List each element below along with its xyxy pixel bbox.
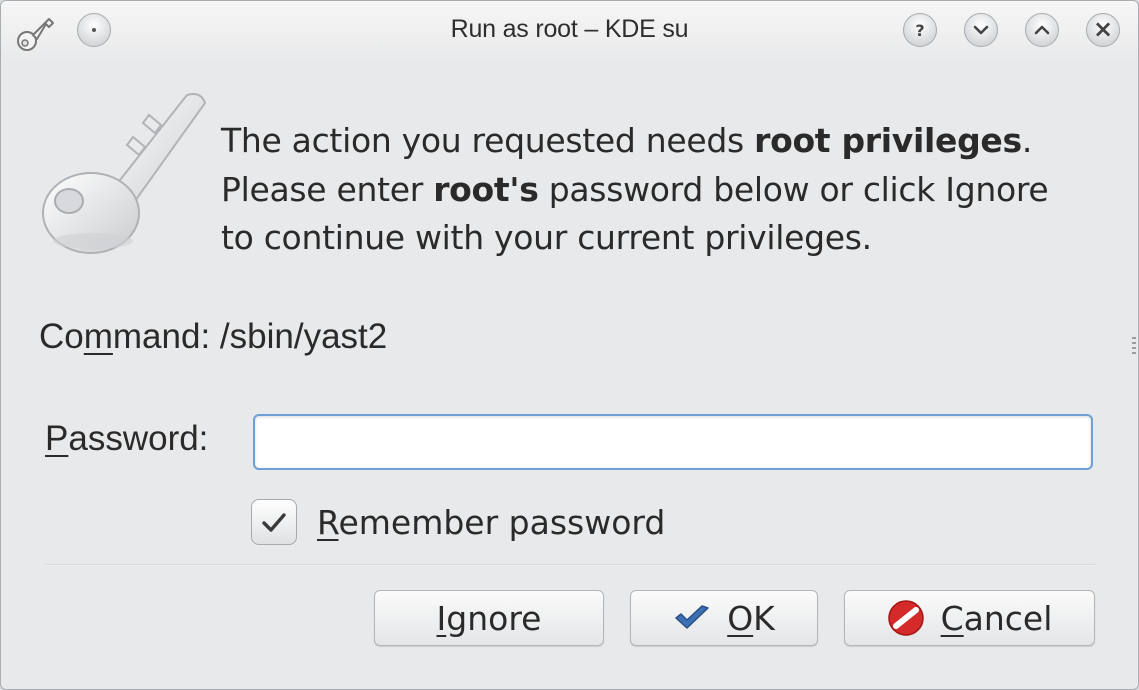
ok-button[interactable]: OK — [630, 590, 818, 646]
kdesu-dialog-window: Run as root – KDE su ? × The action you … — [0, 0, 1139, 690]
resize-grip[interactable] — [1132, 337, 1136, 357]
title-bar[interactable]: Run as root – KDE su ? × — [1, 1, 1138, 63]
message-line-1: The action you requested needs root priv… — [221, 121, 1033, 160]
ok-checkmark-icon — [673, 604, 711, 632]
ignore-button[interactable]: Ignore — [374, 590, 604, 646]
message-line-3: to continue with your current privileges… — [221, 218, 872, 257]
remember-password-checkbox[interactable] — [251, 499, 297, 545]
remember-password-label[interactable]: Remember password — [317, 503, 665, 542]
chevron-up-icon — [1034, 25, 1050, 35]
large-key-icon — [42, 93, 207, 254]
ignore-label: Ignore — [436, 598, 542, 638]
command-label: Command: — [39, 317, 211, 356]
minimize-button[interactable] — [964, 13, 998, 47]
password-input[interactable] — [253, 414, 1093, 470]
remember-password-checkbox-row[interactable]: Remember password — [251, 497, 665, 547]
close-icon: × — [1092, 15, 1114, 43]
help-icon: ? — [915, 20, 925, 40]
command-value: /sbin/yast2 — [219, 317, 388, 356]
command-row: Command: /sbin/yast2 — [39, 317, 387, 357]
cancel-label: Cancel — [940, 598, 1053, 638]
password-label: Password: — [45, 419, 209, 458]
close-button[interactable]: × — [1086, 13, 1120, 47]
message-line-2: Please enter root's password below or cl… — [221, 169, 1049, 209]
cancel-icon — [887, 599, 925, 637]
cancel-button[interactable]: Cancel — [844, 590, 1095, 646]
maximize-button[interactable] — [1025, 13, 1059, 47]
ok-label: OK — [727, 598, 775, 638]
checkmark-icon — [262, 513, 286, 532]
chevron-down-icon — [973, 25, 989, 35]
help-button[interactable]: ? — [903, 13, 937, 47]
separator — [45, 564, 1095, 566]
privilege-message: The action you requested needs root priv… — [221, 117, 1121, 263]
